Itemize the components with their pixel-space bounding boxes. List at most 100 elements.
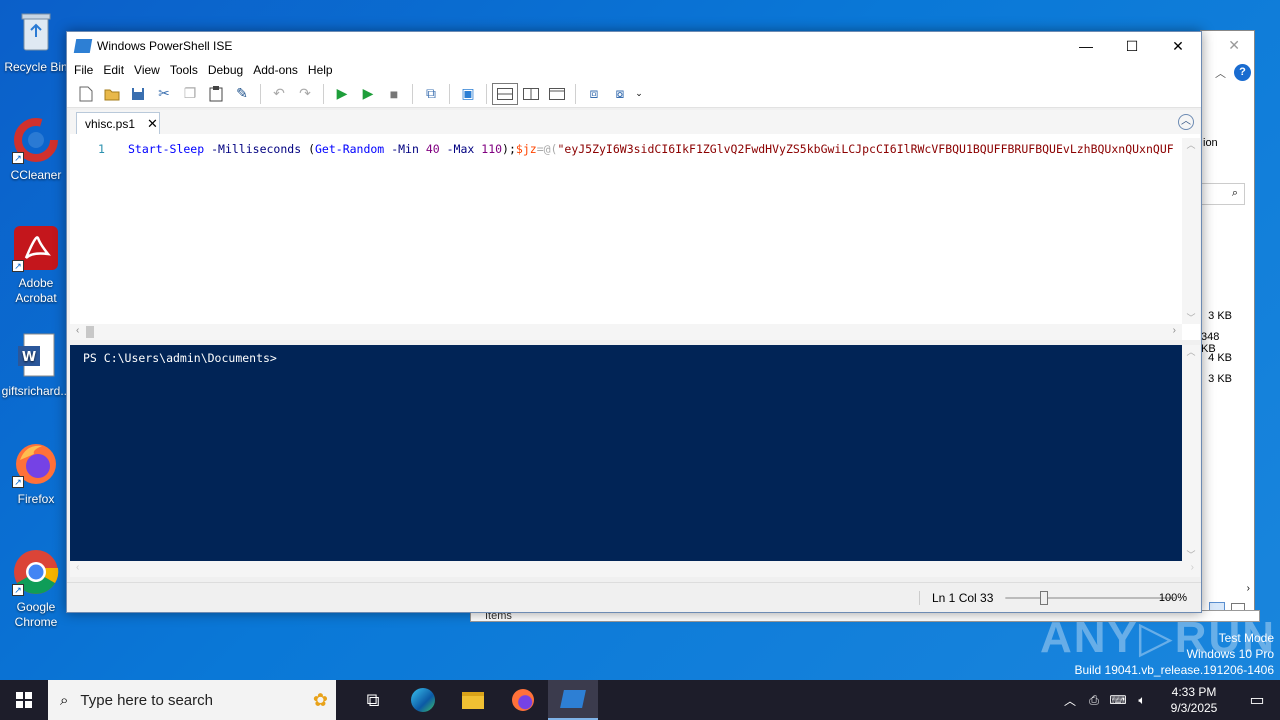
search-icon: ⌕ — [60, 691, 69, 709]
line-number: 1 — [98, 142, 105, 156]
windows-logo-icon — [16, 692, 32, 708]
firefox-icon — [512, 689, 534, 711]
remote-powershell-icon[interactable]: ⧉ — [418, 83, 444, 105]
chevron-up-icon[interactable]: ︿ — [1215, 65, 1226, 81]
toolbar-overflow-icon[interactable]: ⌄ — [633, 83, 645, 105]
ccleaner-icon: ↗ — [12, 116, 60, 164]
show-command-window-icon[interactable]: ⧈ — [581, 83, 607, 105]
desktop-icon-google-chrome[interactable]: ↗ Google Chrome — [0, 548, 72, 630]
scroll-up-icon[interactable]: ︿ — [1182, 138, 1200, 151]
stop-icon[interactable]: ■ — [381, 83, 407, 105]
tab-label: vhisc.ps1 — [85, 116, 136, 131]
scroll-down-icon[interactable]: ﹀ — [1182, 311, 1200, 324]
scrollbar-thumb[interactable] — [86, 326, 94, 338]
code-line[interactable]: Start-Sleep -Milliseconds (Get-Random -M… — [128, 142, 1174, 156]
close-tab-icon[interactable]: ✕ — [147, 116, 158, 132]
taskbar-powershell-ise[interactable] — [548, 680, 598, 720]
title-bar[interactable]: Windows PowerShell ISE — ☐ ✕ — [67, 32, 1201, 60]
script-pane[interactable]: vhisc.ps1 ✕ ︿ 1 Start-Sleep -Millisecond… — [70, 110, 1200, 340]
clock[interactable]: 4:33 PM 9/3/2025 — [1154, 684, 1234, 716]
cursor-position: Ln 1 Col 33 — [919, 591, 993, 605]
taskbar-firefox[interactable] — [498, 680, 548, 720]
desktop-icon-label: Firefox — [17, 492, 55, 506]
clear-console-icon[interactable]: ✎ — [229, 83, 255, 105]
maximize-button[interactable]: ☐ — [1109, 32, 1155, 60]
windows-watermark: Test Mode Windows 10 Pro Build 19041.vb_… — [1075, 630, 1275, 678]
minimize-button[interactable]: — — [1063, 32, 1109, 60]
taskbar-file-explorer[interactable] — [448, 680, 498, 720]
console-horizontal-scrollbar[interactable]: ‹ › — [70, 561, 1200, 577]
tulip-illustration-icon: ✿ — [312, 689, 328, 710]
show-script-pane-maximized-icon[interactable] — [544, 83, 570, 105]
device-icon[interactable]: ⎙ — [1082, 693, 1106, 708]
show-script-pane-top-icon[interactable] — [492, 82, 518, 105]
zoom-slider-thumb[interactable] — [1040, 591, 1048, 605]
menu-help[interactable]: Help — [303, 63, 338, 77]
file-size: 3 KB — [1208, 373, 1232, 385]
toolbar-separator — [260, 83, 261, 104]
notification-icon[interactable]: ▭ — [1234, 690, 1280, 710]
show-script-pane-right-icon[interactable] — [518, 83, 544, 105]
search-box[interactable]: ⌕ — [1201, 183, 1245, 205]
undo-icon[interactable]: ↶ — [266, 83, 292, 105]
console-prompt[interactable]: PS C:\Users\admin\Documents> — [83, 351, 277, 365]
help-icon[interactable]: ? — [1234, 64, 1251, 81]
taskbar-edge[interactable] — [398, 680, 448, 720]
background-explorer-window[interactable]: ✕ ︿ ? ion ⌕ 3 KB 348 KB 4 KB 3 KB › — [1200, 30, 1255, 622]
shortcut-arrow-icon: ↗ — [12, 152, 24, 164]
token-parameter: -Max — [446, 142, 475, 156]
zoom-slider[interactable] — [1005, 591, 1175, 605]
redo-icon[interactable]: ↷ — [292, 83, 318, 105]
desktop-icon-ccleaner[interactable]: ↗ CCleaner — [0, 116, 72, 183]
menu-view[interactable]: View — [129, 63, 165, 77]
cut-icon[interactable]: ✂ — [151, 83, 177, 105]
scroll-right-icon[interactable]: › — [1173, 325, 1176, 336]
show-command-addon-icon[interactable]: ⧇ — [607, 83, 633, 105]
desktop-icon-adobe-acrobat[interactable]: ↗ Adobe Acrobat — [0, 224, 72, 306]
collapse-script-pane-icon[interactable]: ︿ — [1178, 114, 1194, 130]
toolbar-separator — [486, 83, 487, 104]
search-placeholder: Type here to search — [80, 691, 213, 709]
scroll-up-icon[interactable]: ︿ — [1182, 345, 1200, 358]
tab-vhisc-ps1[interactable]: vhisc.ps1 ✕ — [76, 112, 160, 134]
run-selection-icon[interactable]: ▶ — [355, 83, 381, 105]
console-pane[interactable]: PS C:\Users\admin\Documents> ︿ ﹀ ‹ › — [70, 345, 1200, 577]
scroll-right-icon[interactable]: › — [1247, 583, 1250, 594]
open-folder-icon[interactable] — [99, 83, 125, 105]
show-hidden-icons-icon[interactable]: ︿ — [1058, 692, 1082, 709]
task-view-button[interactable]: ⧉ — [348, 680, 398, 720]
code-editor[interactable]: 1 Start-Sleep -Milliseconds (Get-Random … — [70, 138, 1182, 322]
start-button[interactable] — [0, 680, 48, 720]
menu-edit[interactable]: Edit — [98, 63, 129, 77]
desktop-icon-firefox[interactable]: ↗ Firefox — [0, 440, 72, 507]
volume-icon[interactable]: 🔈︎ — [1130, 693, 1154, 708]
menu-add-ons[interactable]: Add-ons — [248, 63, 303, 77]
editor-vertical-scrollbar[interactable]: ︿ ﹀ — [1182, 138, 1200, 324]
run-script-icon[interactable]: ▶ — [329, 83, 355, 105]
scroll-left-icon[interactable]: ‹ — [76, 562, 79, 573]
desktop-icon-word-document[interactable]: W giftsrichard... — [0, 332, 72, 399]
menu-file[interactable]: File — [69, 63, 98, 77]
clock-date: 9/3/2025 — [1170, 701, 1218, 715]
copy-icon[interactable]: ❐ — [177, 83, 203, 105]
token-parameter: -Min — [391, 142, 419, 156]
menu-tools[interactable]: Tools — [165, 63, 203, 77]
menu-debug[interactable]: Debug — [203, 63, 248, 77]
scroll-down-icon[interactable]: ﹀ — [1182, 548, 1200, 561]
save-icon[interactable] — [125, 83, 151, 105]
scroll-left-icon[interactable]: ‹ — [76, 325, 79, 336]
close-button[interactable]: ✕ — [1155, 32, 1201, 60]
token-number: 40 — [425, 142, 440, 156]
close-icon[interactable]: ✕ — [1228, 37, 1240, 54]
console-vertical-scrollbar[interactable]: ︿ ﹀ — [1182, 345, 1200, 561]
network-icon[interactable]: ⌨ — [1106, 693, 1130, 707]
desktop-icon-recycle-bin[interactable]: Recycle Bin — [0, 8, 72, 75]
powershell-ise-window[interactable]: Windows PowerShell ISE — ☐ ✕ File Edit V… — [66, 31, 1202, 613]
editor-horizontal-scrollbar[interactable]: ‹ › — [70, 324, 1182, 340]
new-file-icon[interactable] — [73, 83, 99, 105]
start-powershell-icon[interactable]: ▣ — [455, 83, 481, 105]
taskbar-search-box[interactable]: ⌕ Type here to search ✿ — [48, 680, 336, 720]
scroll-right-icon[interactable]: › — [1191, 562, 1194, 573]
clock-time: 4:33 PM — [1171, 685, 1217, 699]
paste-icon[interactable] — [203, 83, 229, 105]
